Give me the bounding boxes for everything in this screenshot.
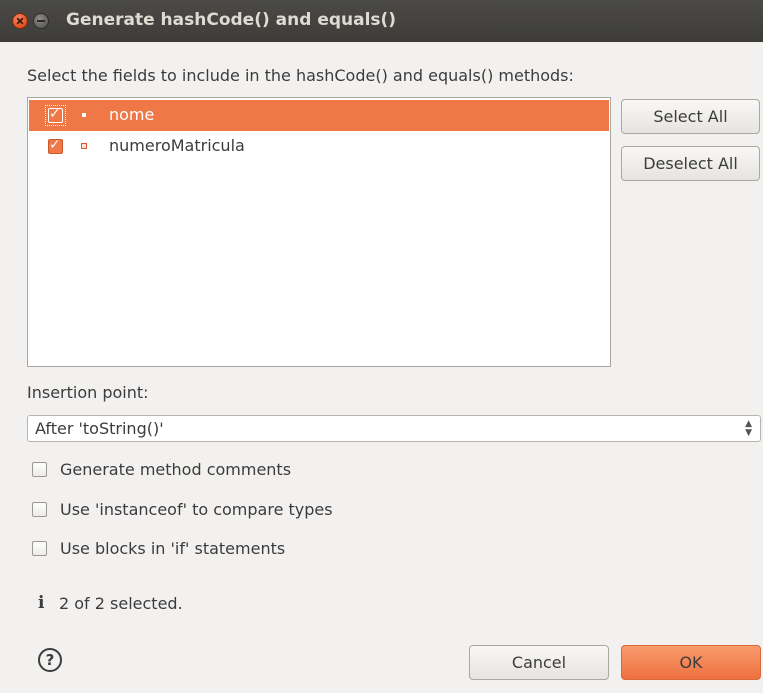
insertion-point-value: After 'toString()' xyxy=(35,419,164,438)
field-icon xyxy=(82,113,86,117)
help-icon[interactable]: ? xyxy=(38,648,62,672)
use-blocks-checkbox[interactable] xyxy=(32,541,47,556)
window-title: Generate hashCode() and equals() xyxy=(66,10,397,30)
info-icon: i xyxy=(38,593,45,613)
ok-button[interactable]: OK xyxy=(621,645,761,680)
generate-comments-checkbox[interactable] xyxy=(32,462,47,477)
instruction-label: Select the fields to include in the hash… xyxy=(27,66,574,85)
cancel-button[interactable]: Cancel xyxy=(469,645,609,680)
checkmark-icon: ✓ xyxy=(49,106,61,122)
minimize-icon[interactable] xyxy=(33,13,49,29)
field-checkbox-numeromatricula[interactable]: ✓ xyxy=(48,137,63,154)
select-all-button[interactable]: Select All xyxy=(621,99,760,134)
close-icon[interactable] xyxy=(12,13,28,29)
insertion-point-select[interactable]: After 'toString()' ▲ ▼ xyxy=(27,415,761,442)
checkmark-icon: ✓ xyxy=(49,137,61,153)
use-instanceof-checkbox[interactable] xyxy=(32,502,47,517)
field-icon xyxy=(81,143,87,149)
insertion-point-label: Insertion point: xyxy=(27,383,149,402)
updown-arrow-icon: ▲ ▼ xyxy=(745,419,752,438)
title-bar: Generate hashCode() and equals() xyxy=(0,0,763,42)
deselect-all-button[interactable]: Deselect All xyxy=(621,146,760,181)
status-text: 2 of 2 selected. xyxy=(59,594,183,613)
field-list[interactable]: ✓ nome ✓ numeroMatricula xyxy=(27,97,611,367)
option-label: Use 'instanceof' to compare types xyxy=(60,500,333,519)
option-label: Generate method comments xyxy=(60,460,292,479)
field-row-nome[interactable]: ✓ nome xyxy=(29,100,609,131)
field-checkbox-nome[interactable]: ✓ xyxy=(48,106,63,123)
field-label: numeroMatricula xyxy=(109,136,245,155)
field-label: nome xyxy=(109,105,155,124)
field-row-numeromatricula[interactable]: ✓ numeroMatricula xyxy=(29,131,609,162)
option-label: Use blocks in 'if' statements xyxy=(60,539,286,558)
